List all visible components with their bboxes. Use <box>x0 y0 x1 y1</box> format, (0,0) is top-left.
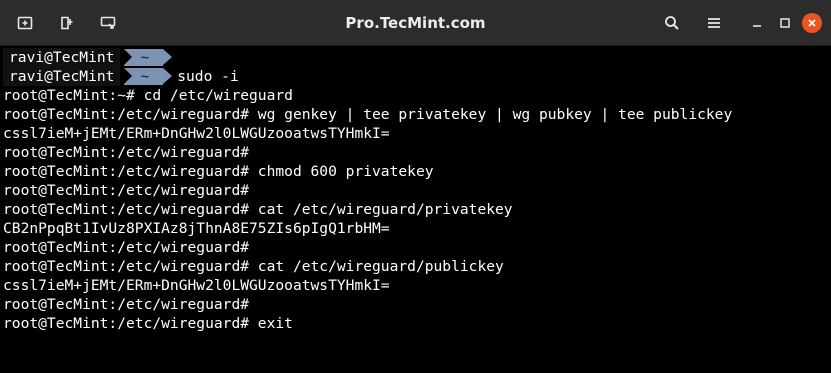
maximize-icon <box>780 18 790 28</box>
terminal-line: root@TecMint:/etc/wireguard# cat /etc/wi… <box>3 258 504 275</box>
prompt-command: sudo -i <box>177 68 239 85</box>
split-terminal-button[interactable] <box>54 11 80 35</box>
powerline-prompt: ravi@TecMint ~ <box>3 48 831 67</box>
search-icon <box>665 16 679 30</box>
powerline-prompt: ravi@TecMint ~ sudo -i <box>3 67 831 86</box>
maximize-button[interactable] <box>772 11 798 35</box>
prompt-dir: ~ <box>124 49 172 66</box>
terminal-line: cssl7ieM+jEMt/ERm+DnGHw2l0LWGUzooatwsTYH… <box>3 277 390 294</box>
split-terminal-icon <box>61 16 73 30</box>
search-button[interactable] <box>659 11 685 35</box>
close-button[interactable] <box>802 13 822 33</box>
terminal-line: root@TecMint:/etc/wireguard# exit <box>3 315 293 332</box>
new-tab-button[interactable] <box>12 11 38 35</box>
prompt-dir: ~ <box>124 68 172 85</box>
terminal-line: root@TecMint:/etc/wireguard# chmod 600 p… <box>3 163 434 180</box>
minimize-icon <box>753 25 761 27</box>
prompt-user: ravi@TecMint <box>3 48 121 67</box>
close-icon <box>808 19 816 27</box>
terminal-line: root@TecMint:/etc/wireguard# cat /etc/wi… <box>3 201 513 218</box>
minimize-button[interactable] <box>744 11 770 35</box>
menu-icon <box>708 18 720 28</box>
terminal-output[interactable]: ravi@TecMint ~ ravi@TecMint ~ sudo -i ro… <box>0 46 831 373</box>
detach-button[interactable] <box>95 11 121 35</box>
new-tab-icon <box>17 16 33 30</box>
terminal-line: root@TecMint:/etc/wireguard# <box>3 296 250 313</box>
terminal-line: root@TecMint:/etc/wireguard# <box>3 182 250 199</box>
menu-button[interactable] <box>701 11 727 35</box>
terminal-line: root@TecMint:/etc/wireguard# <box>3 239 250 256</box>
terminal-line: root@TecMint:/etc/wireguard# <box>3 144 250 161</box>
terminal-line: CB2nPpqBt1IvUz8PXIAz8jThnA8E75ZIs6pIgQ1r… <box>3 220 390 237</box>
title-bar: Pro.TecMint.com <box>0 0 831 46</box>
terminal-line: cssl7ieM+jEMt/ERm+DnGHw2l0LWGUzooatwsTYH… <box>3 125 390 142</box>
terminal-line: root@TecMint:/etc/wireguard# wg genkey |… <box>3 106 733 123</box>
prompt-user: ravi@TecMint <box>3 67 121 86</box>
detach-icon <box>100 16 116 29</box>
terminal-line: root@TecMint:~# cd /etc/wireguard <box>3 87 293 104</box>
terminal-window: Pro.TecMint.com ravi@TecMint ~ ravi@TecM… <box>0 0 831 373</box>
